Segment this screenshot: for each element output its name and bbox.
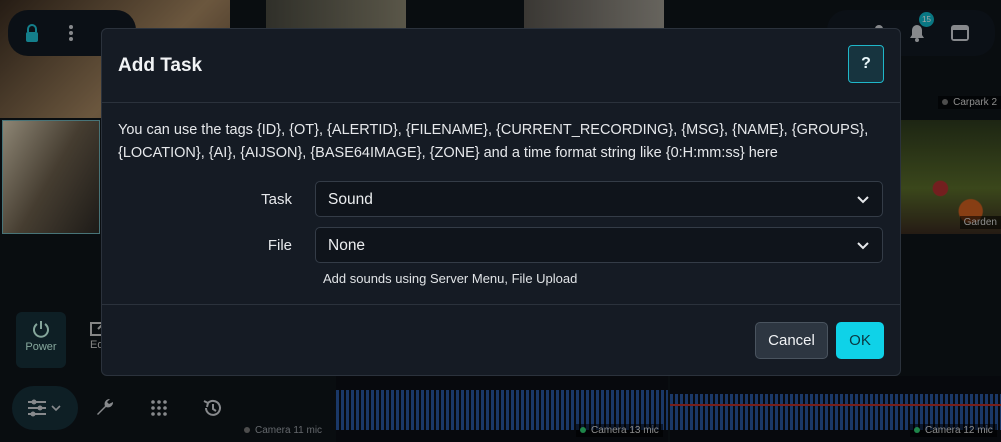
cancel-button[interactable]: Cancel	[755, 322, 828, 359]
chevron-down-icon	[857, 196, 869, 204]
dialog-header: Add Task ?	[102, 29, 900, 103]
task-select[interactable]: Sound	[315, 181, 883, 217]
dialog-footer: Cancel OK	[102, 304, 900, 377]
ok-button[interactable]: OK	[836, 322, 884, 359]
file-hint: Add sounds using Server Menu, File Uploa…	[323, 271, 578, 286]
file-select[interactable]: None	[315, 227, 883, 263]
help-button[interactable]: ?	[848, 45, 884, 83]
task-label: Task	[261, 191, 292, 208]
add-task-dialog: Add Task ? You can use the tags {ID}, {O…	[101, 28, 901, 376]
dialog-title: Add Task	[118, 55, 203, 76]
file-label: File	[267, 237, 292, 254]
file-select-value: None	[328, 237, 366, 254]
tags-description: You can use the tags {ID}, {OT}, {ALERTI…	[118, 122, 869, 161]
chevron-down-icon	[857, 242, 869, 250]
task-select-value: Sound	[328, 191, 373, 208]
